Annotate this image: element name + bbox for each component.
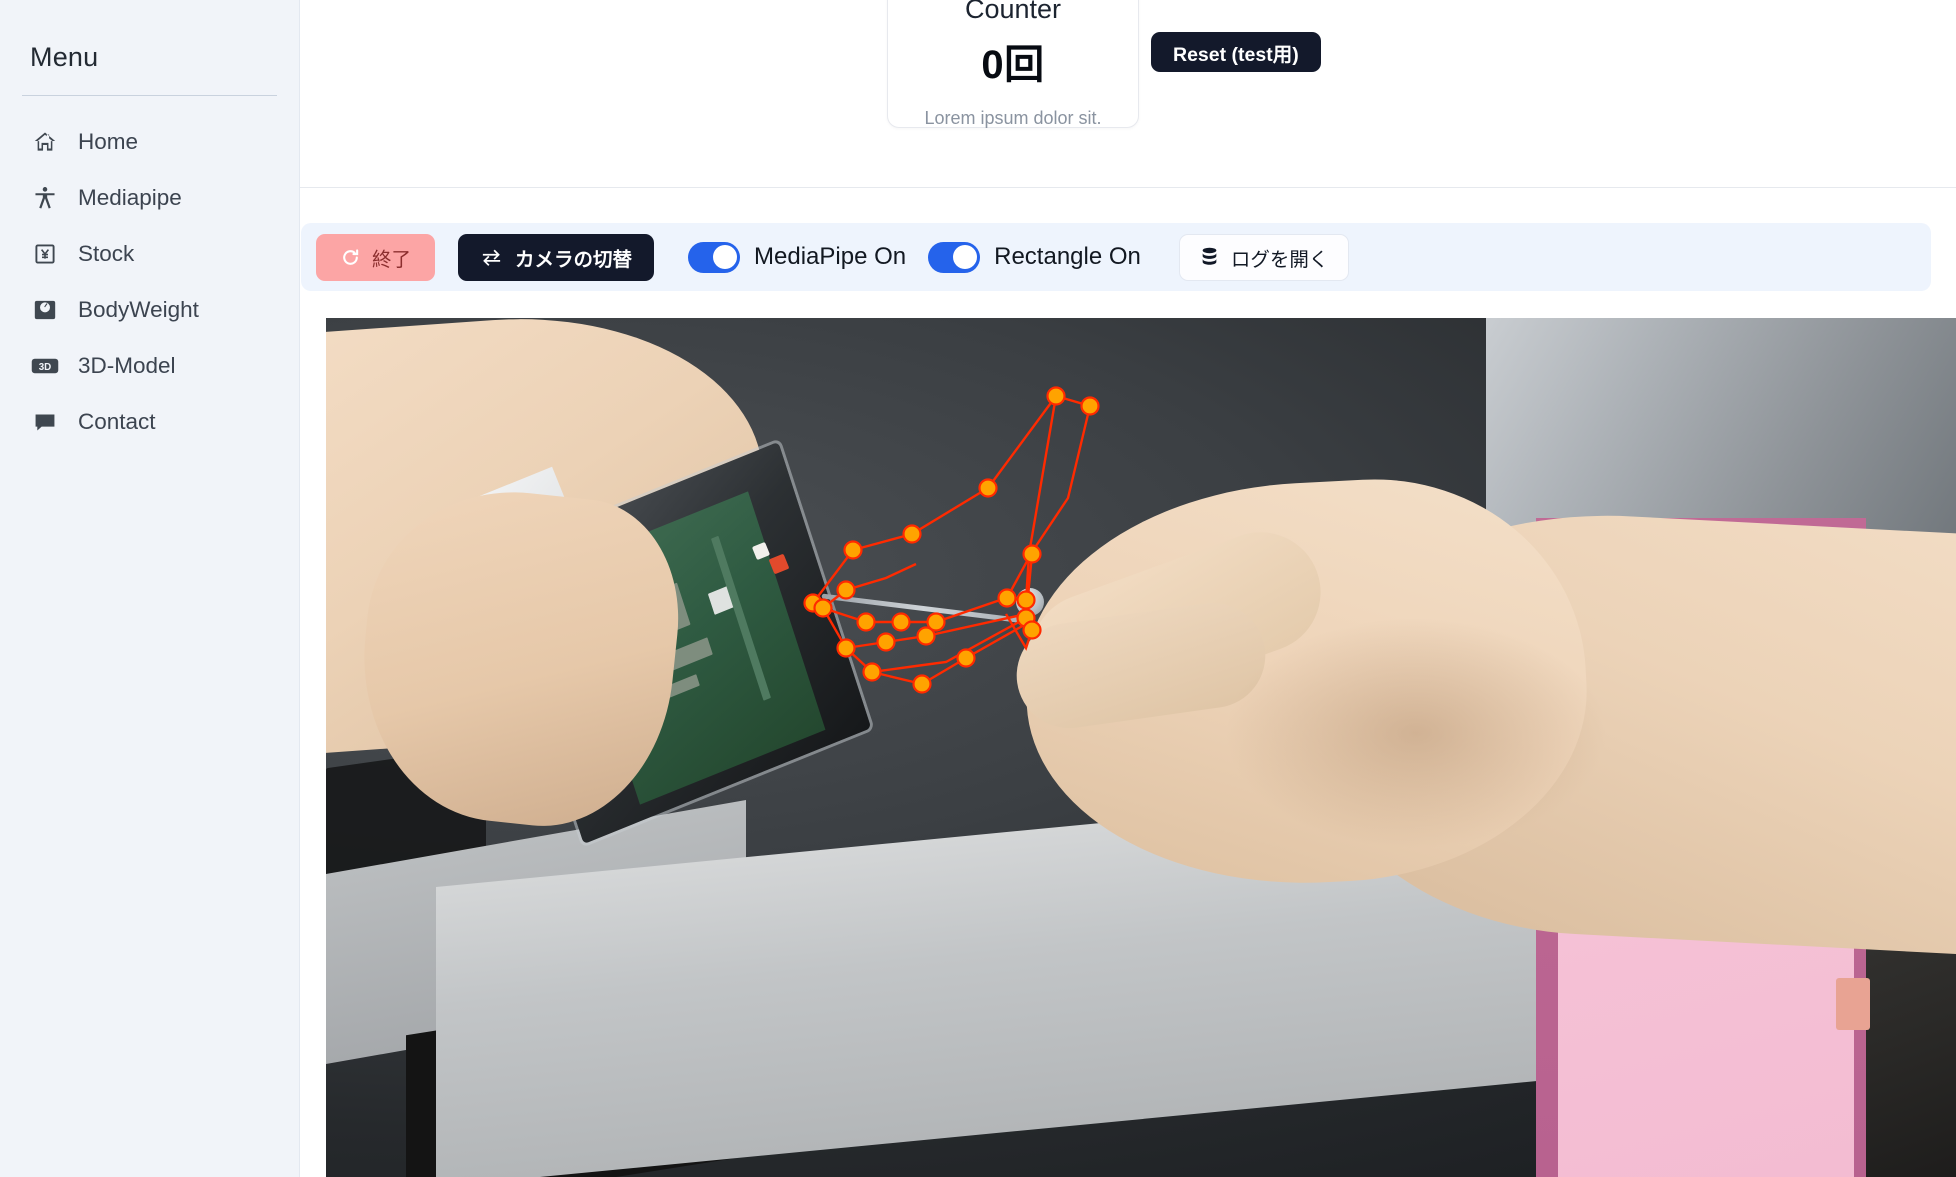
mediapipe-toggle-label: MediaPipe On <box>754 243 907 270</box>
stop-button-label: 終了 <box>372 248 412 271</box>
rectangle-switch-track[interactable] <box>928 241 981 273</box>
sidebar-item-label: Contact <box>78 408 156 434</box>
sidebar-item-contact[interactable]: Contact <box>22 398 277 446</box>
folder-tab <box>1836 978 1870 1030</box>
probe-tip <box>1016 588 1044 616</box>
palm-shading <box>1226 618 1606 848</box>
counter-card: Counter 0回 Lorem ipsum dolor sit. <box>887 0 1139 128</box>
sidebar-divider <box>22 95 277 96</box>
sidebar: Menu Home Mediapipe Stock BodyWeight 3D … <box>0 0 300 1177</box>
yen-box-icon <box>30 239 60 269</box>
video-toolbar: 終了 カメラの切替 MediaPipe On Rectangle On ログを開… <box>301 223 1931 291</box>
camera-switch-button[interactable]: カメラの切替 <box>458 233 655 281</box>
sidebar-item-bodyweight[interactable]: BodyWeight <box>22 286 277 334</box>
person-icon <box>30 183 60 213</box>
counter-title: Counter <box>964 0 1062 24</box>
swap-arrows-icon <box>480 246 503 269</box>
3d-badge-icon: 3D <box>30 351 60 381</box>
rectangle-switch-knob <box>952 245 977 269</box>
refresh-icon <box>340 247 361 268</box>
main-content: Counter 0回 Lorem ipsum dolor sit. Reset … <box>300 0 1956 1177</box>
open-log-label: ログを開く <box>1230 248 1329 271</box>
sidebar-item-label: Home <box>78 128 139 154</box>
database-icon <box>1200 247 1219 268</box>
sidebar-item-label: 3D-Model <box>78 352 176 378</box>
camera-video-feed[interactable] <box>326 318 1956 1177</box>
sidebar-item-3d-model[interactable]: 3D 3D-Model <box>22 342 277 390</box>
sidebar-item-mediapipe[interactable]: Mediapipe <box>22 174 277 222</box>
counter-subtitle: Lorem ipsum dolor sit. <box>924 108 1102 128</box>
rectangle-toggle-label: Rectangle On <box>994 243 1141 270</box>
sidebar-nav: Home Mediapipe Stock BodyWeight 3D 3D-Mo… <box>22 118 277 446</box>
sidebar-item-label: Stock <box>78 240 135 266</box>
svg-text:3D: 3D <box>39 362 52 373</box>
open-log-button[interactable]: ログを開く <box>1178 233 1350 281</box>
counter-value: 0回 <box>981 43 1045 87</box>
sidebar-item-stock[interactable]: Stock <box>22 230 277 278</box>
reset-button[interactable]: Reset (test用) <box>1151 32 1321 72</box>
video-frame <box>326 318 1956 1177</box>
mediapipe-switch-track[interactable] <box>688 241 741 273</box>
app-root: Menu Home Mediapipe Stock BodyWeight 3D … <box>0 0 1956 1177</box>
sidebar-item-label: Mediapipe <box>78 184 182 210</box>
mediapipe-switch-knob <box>712 245 737 269</box>
home-icon <box>30 127 60 157</box>
camera-switch-label: カメラの切替 <box>515 248 633 271</box>
rectangle-toggle[interactable]: Rectangle On <box>928 241 1141 273</box>
comment-icon <box>30 407 60 437</box>
sidebar-title: Menu <box>30 42 99 72</box>
sidebar-item-home[interactable]: Home <box>22 118 277 166</box>
top-strip: Counter 0回 Lorem ipsum dolor sit. Reset … <box>300 0 1956 188</box>
scale-icon <box>30 295 60 325</box>
stop-button[interactable]: 終了 <box>316 233 436 281</box>
mediapipe-toggle[interactable]: MediaPipe On <box>688 241 907 273</box>
sidebar-item-label: BodyWeight <box>78 296 199 322</box>
